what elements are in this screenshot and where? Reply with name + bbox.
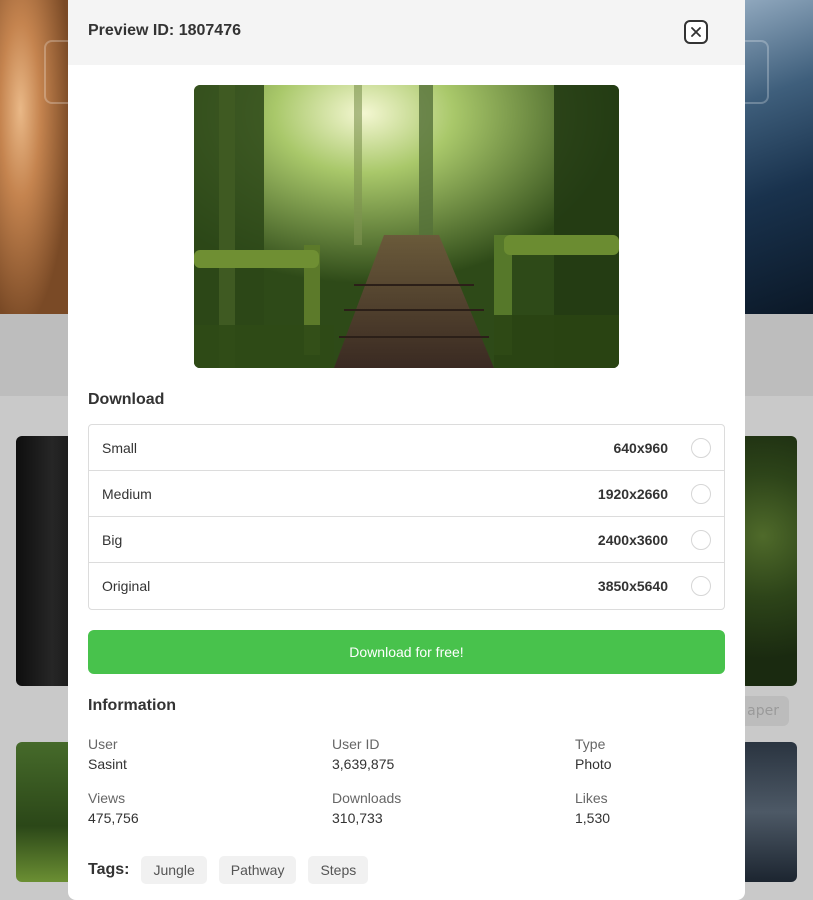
info-value: Sasint (88, 756, 127, 772)
size-radio[interactable] (691, 530, 711, 550)
preview-modal: Preview ID: 1807476 Download Small 640x9… (68, 0, 745, 900)
size-dimensions: 640x960 (613, 440, 668, 456)
size-dimensions: 3850x5640 (597, 578, 668, 594)
size-name: Original (102, 578, 151, 594)
size-radio[interactable] (691, 576, 711, 596)
info-label: User (88, 736, 118, 752)
tags-label: Tags: (88, 861, 130, 878)
info-views: Views 475,756 (88, 790, 288, 827)
size-option-original[interactable]: Original 3850x5640 (89, 563, 724, 609)
info-value: 3,639,875 (332, 756, 395, 772)
info-value: 310,733 (332, 810, 383, 826)
size-option-small[interactable]: Small 640x960 (89, 425, 724, 471)
size-option-medium[interactable]: Medium 1920x2660 (89, 471, 724, 517)
information-heading: Information (88, 697, 176, 714)
size-radio[interactable] (691, 484, 711, 504)
info-value: 475,756 (88, 810, 139, 826)
size-options: Small 640x960 Medium 1920x2660 Big 2400x… (88, 424, 725, 610)
info-downloads: Downloads 310,733 (332, 790, 532, 827)
size-radio[interactable] (691, 438, 711, 458)
tag-pathway[interactable]: Pathway (218, 856, 297, 884)
background-gallery-card (16, 436, 76, 686)
size-name: Medium (102, 486, 152, 502)
info-user: User Sasint (88, 736, 288, 773)
size-name: Small (102, 440, 138, 456)
background-gallery-card (740, 436, 797, 686)
tag-steps[interactable]: Steps (308, 856, 369, 884)
size-name: Big (102, 532, 123, 548)
size-option-big[interactable]: Big 2400x3600 (89, 517, 724, 563)
info-value: Photo (575, 756, 612, 772)
info-label: Downloads (332, 790, 402, 806)
close-icon (691, 27, 701, 37)
info-type: Type Photo (575, 736, 745, 773)
modal-title: Preview ID: 1807476 (88, 22, 241, 39)
size-dimensions: 2400x3600 (597, 532, 668, 548)
download-heading: Download (88, 391, 165, 408)
preview-image (194, 85, 619, 368)
info-value: 1,530 (575, 810, 611, 826)
close-button[interactable] (684, 20, 708, 44)
download-button[interactable]: Download for free! (88, 630, 725, 674)
info-label: User ID (332, 736, 380, 752)
background-gallery-card (740, 742, 797, 882)
info-label: Views (88, 790, 126, 806)
background-gallery-card (16, 742, 76, 882)
modal-header: Preview ID: 1807476 (68, 0, 745, 65)
preview-photo (194, 85, 619, 368)
tag-jungle[interactable]: Jungle (141, 856, 207, 884)
size-dimensions: 1920x2660 (597, 486, 668, 502)
tags-row: Tags: Jungle Pathway Steps (88, 856, 380, 884)
info-label: Type (575, 736, 606, 752)
info-likes: Likes 1,530 (575, 790, 745, 827)
info-label: Likes (575, 790, 608, 806)
info-user-id: User ID 3,639,875 (332, 736, 532, 773)
